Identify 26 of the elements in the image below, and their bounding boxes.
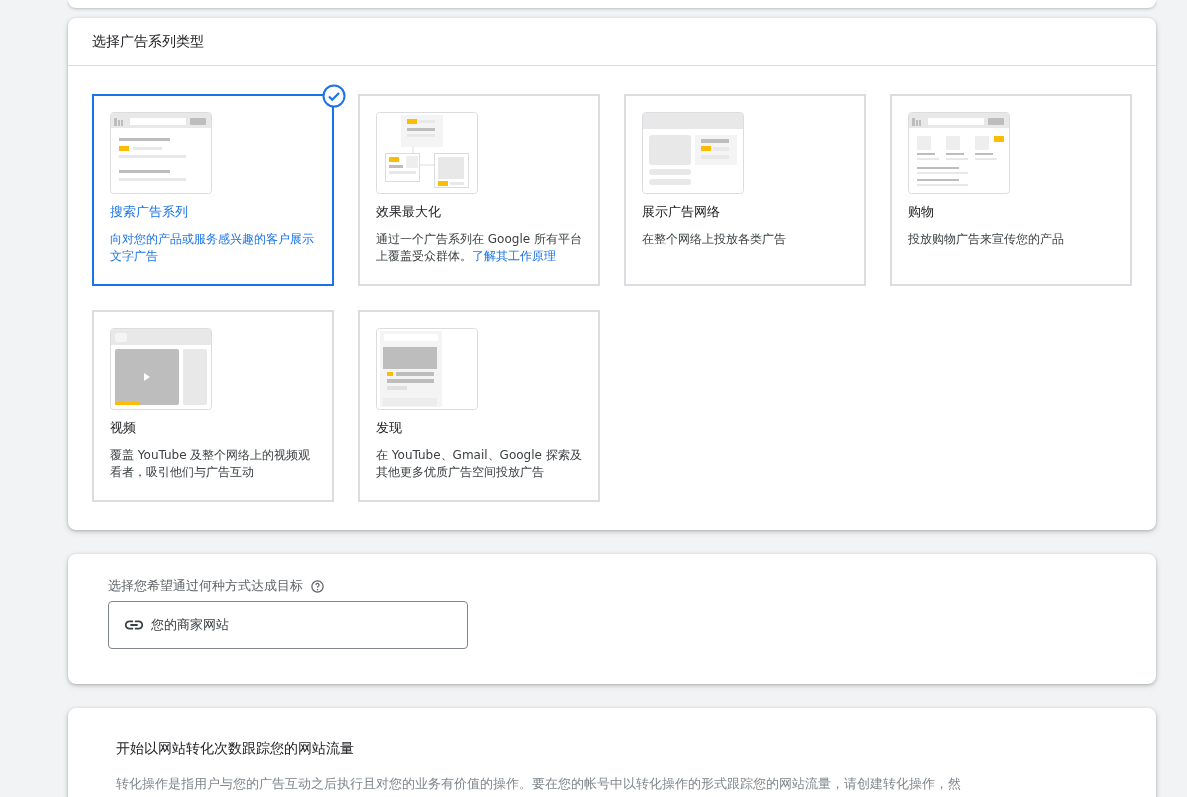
tile-title: 购物 (908, 203, 935, 221)
campaign-type-tile[interactable]: 购物 投放购物广告来宣传您的产品 (890, 94, 1132, 286)
campaign-type-tile[interactable]: 展示广告网络 在整个网络上投放各类广告 (624, 94, 866, 286)
learn-more-link[interactable]: 了解其工作原理 (472, 249, 556, 263)
section-title: 开始以网站转化次数跟踪您的网站流量 (116, 740, 355, 758)
campaign-type-tile[interactable]: 效果最大化 通过一个广告系列在 Google 所有平台上覆盖受众群体。了解其工作原理 (358, 94, 600, 286)
section-description: 转化操作是指用户与您的广告互动之后执行且对您的业务有价值的操作。要在您的帐号中以转化操作的形式跟踪您的网站流量，请创建转化操作，然 (116, 776, 962, 793)
campaign-type-tile[interactable]: 搜索广告系列 向对您的产品或服务感兴趣的客户展示文字广告 (92, 94, 334, 286)
tile-description: 向对您的产品或服务感兴趣的客户展示文字广告 (110, 231, 315, 265)
tile-title: 发现 (376, 419, 403, 437)
tile-description: 覆盖 YouTube 及整个网络上的视频观看者，吸引他们与广告互动 (110, 447, 312, 481)
tile-title: 展示广告网络 (642, 203, 721, 221)
card-title: 选择广告系列类型 (68, 18, 1156, 66)
tile-title: 视频 (110, 419, 137, 437)
tile-description: 通过一个广告系列在 Google 所有平台上覆盖受众群体。了解其工作原理 (376, 231, 582, 265)
tile-description: 投放购物广告来宣传您的产品 (908, 231, 1065, 248)
goal-select-field[interactable]: 您的商家网站 (108, 601, 468, 649)
tile-description: 在 YouTube、Gmail、Google 探索及其他更多优质广告空间投放广告 (376, 447, 582, 481)
check-circle-icon (322, 84, 346, 108)
tile-description: 在整个网络上投放各类广告 (642, 231, 787, 248)
campaign-type-tile[interactable]: 视频 覆盖 YouTube 及整个网络上的视频观看者，吸引他们与广告互动 (92, 310, 334, 502)
tile-title: 效果最大化 (376, 203, 442, 221)
tile-title: 搜索广告系列 (110, 203, 189, 221)
campaign-type-tile[interactable]: 发现 在 YouTube、Gmail、Google 探索及其他更多优质广告空间投放广告 (358, 310, 600, 502)
help-icon[interactable] (310, 579, 325, 594)
field-label: 选择您希望通过何种方式达成目标 (108, 578, 303, 595)
